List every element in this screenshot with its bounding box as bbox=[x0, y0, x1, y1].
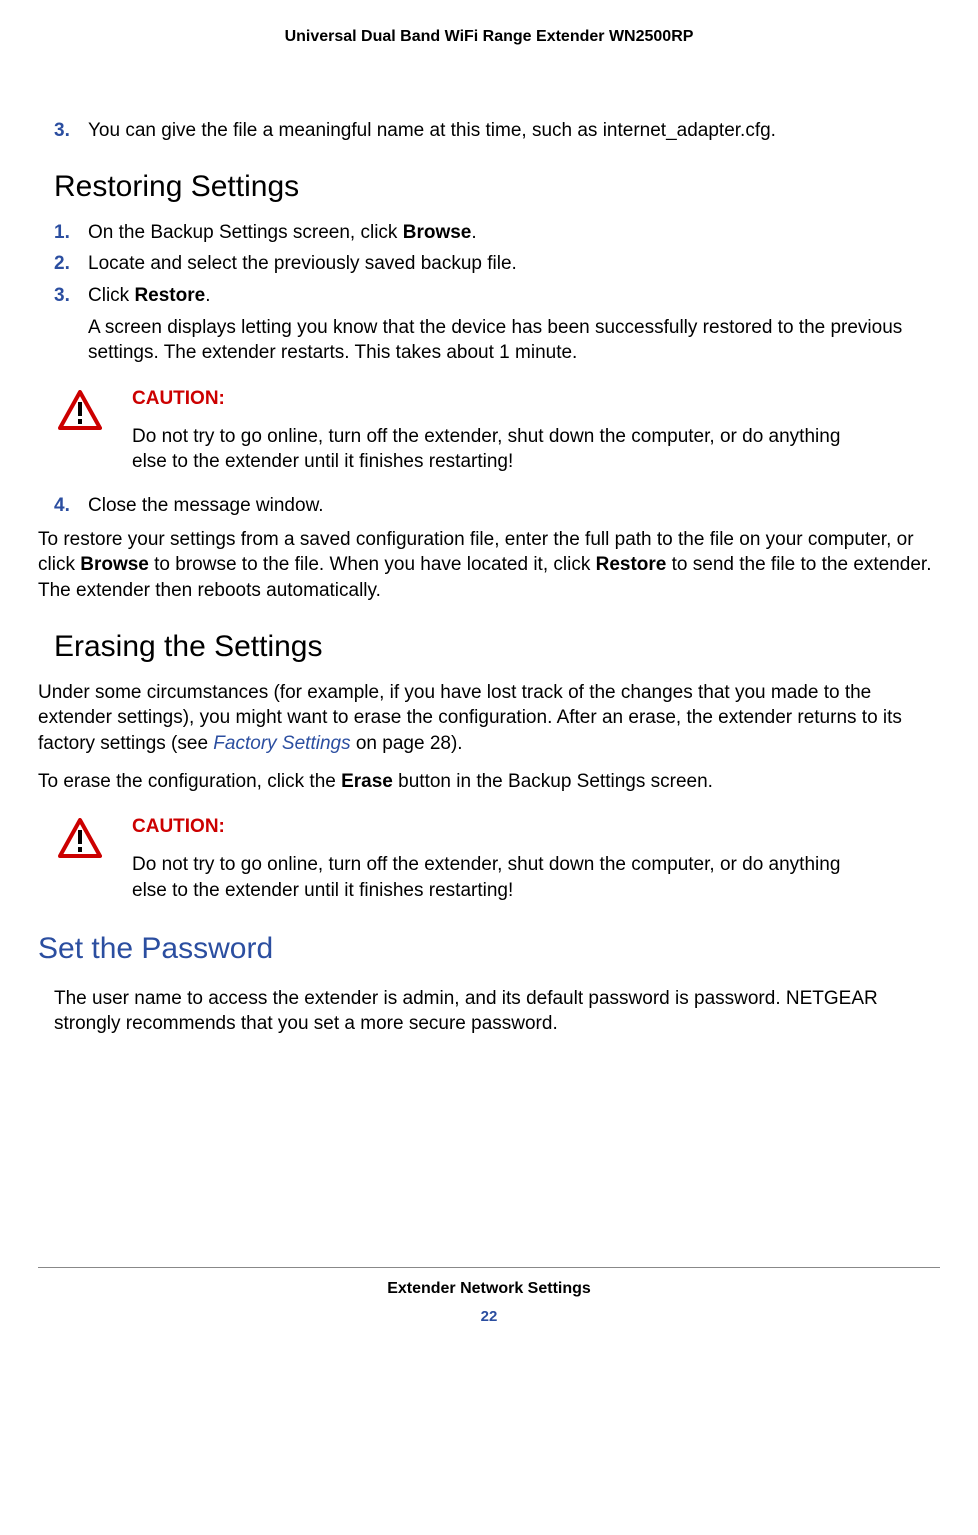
list-item: 3. Click Restore. A screen displays lett… bbox=[54, 283, 932, 366]
text-run: Click bbox=[88, 285, 134, 306]
erasing-paragraph-2: To erase the configuration, click the Er… bbox=[38, 769, 932, 795]
bold-run: Restore bbox=[596, 554, 667, 575]
caution-body: Do not try to go online, turn off the ex… bbox=[132, 424, 932, 475]
text-run: To erase the configuration, click the bbox=[38, 771, 341, 792]
caution-body: Do not try to go online, turn off the ex… bbox=[132, 852, 932, 903]
text-run: On the Backup Settings screen, click bbox=[88, 222, 403, 243]
heading-set-password: Set the Password bbox=[38, 932, 932, 966]
caution-text: CAUTION: Do not try to go online, turn o… bbox=[132, 388, 932, 475]
step-followup: A screen displays letting you know that … bbox=[88, 315, 932, 366]
step-text: Locate and select the previously saved b… bbox=[88, 253, 517, 274]
text-run: Under some circumstances (for example, i… bbox=[38, 682, 902, 754]
step-text: You can give the file a meaningful name … bbox=[88, 120, 776, 141]
step-number: 3. bbox=[54, 118, 70, 144]
caution-text: CAUTION: Do not try to go online, turn o… bbox=[132, 816, 932, 903]
text-run: . bbox=[471, 222, 476, 243]
restoring-paragraph: To restore your settings from a saved co… bbox=[38, 527, 932, 604]
bold-run: Restore bbox=[134, 285, 205, 306]
step-text: Click Restore. bbox=[88, 285, 210, 306]
heading-restoring: Restoring Settings bbox=[54, 170, 932, 204]
caution-block: CAUTION: Do not try to go online, turn o… bbox=[54, 388, 932, 475]
list-item: 2. Locate and select the previously save… bbox=[54, 251, 932, 277]
list-item: 1. On the Backup Settings screen, click … bbox=[54, 220, 932, 246]
text-run: on page 28). bbox=[351, 733, 463, 754]
caution-label: CAUTION: bbox=[132, 816, 932, 838]
restoring-steps-continued: 4. Close the message window. bbox=[54, 493, 932, 519]
erasing-paragraph-1: Under some circumstances (for example, i… bbox=[38, 680, 932, 757]
top-continued-list: 3. You can give the file a meaningful na… bbox=[54, 118, 932, 144]
text-run: . bbox=[205, 285, 210, 306]
caution-block: CAUTION: Do not try to go online, turn o… bbox=[54, 816, 932, 903]
bold-run: Erase bbox=[341, 771, 393, 792]
footer-section-title: Extender Network Settings bbox=[38, 1280, 940, 1298]
bold-run: Browse bbox=[403, 222, 472, 243]
warning-icon bbox=[58, 818, 102, 864]
password-paragraph: The user name to access the extender is … bbox=[54, 986, 932, 1037]
running-header: Universal Dual Band WiFi Range Extender … bbox=[38, 28, 940, 46]
main-content: 3. You can give the file a meaningful na… bbox=[38, 118, 940, 1037]
step-number: 1. bbox=[54, 220, 70, 246]
step-text: Close the message window. bbox=[88, 495, 324, 516]
step-number: 3. bbox=[54, 283, 70, 309]
list-item: 3. You can give the file a meaningful na… bbox=[54, 118, 932, 144]
bold-run: Browse bbox=[80, 554, 149, 575]
text-run: button in the Backup Settings screen. bbox=[393, 771, 713, 792]
step-number: 4. bbox=[54, 493, 70, 519]
list-item: 4. Close the message window. bbox=[54, 493, 932, 519]
cross-reference-link[interactable]: Factory Settings bbox=[213, 733, 350, 754]
text-run: to browse to the file. When you have loc… bbox=[149, 554, 596, 575]
step-number: 2. bbox=[54, 251, 70, 277]
step-text: On the Backup Settings screen, click Bro… bbox=[88, 222, 477, 243]
caution-label: CAUTION: bbox=[132, 388, 932, 410]
page-number: 22 bbox=[38, 1308, 940, 1325]
heading-erasing: Erasing the Settings bbox=[54, 630, 932, 664]
warning-icon bbox=[58, 390, 102, 436]
page-footer: Extender Network Settings 22 bbox=[38, 1267, 940, 1325]
restoring-steps: 1. On the Backup Settings screen, click … bbox=[54, 220, 932, 366]
